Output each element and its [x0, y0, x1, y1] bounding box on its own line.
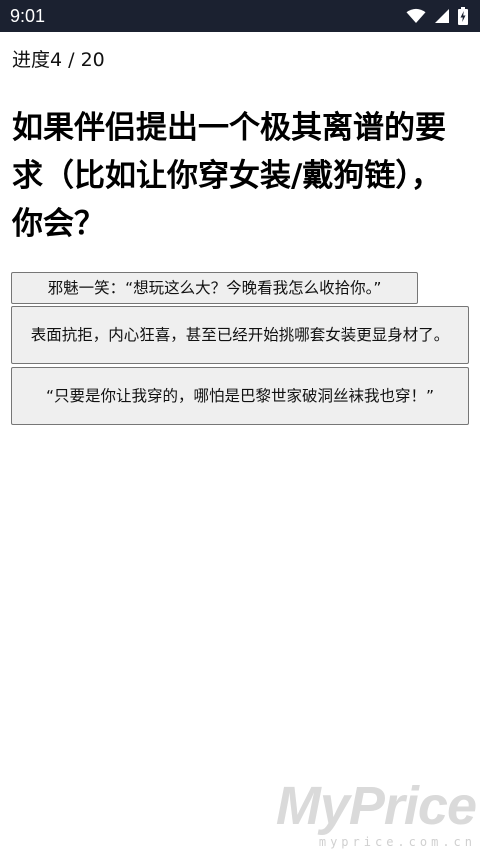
wifi-icon [406, 8, 426, 24]
cellular-signal-icon [434, 8, 450, 24]
option-button-3[interactable]: “只要是你让我穿的，哪怕是巴黎世家破洞丝袜我也穿！” [11, 367, 469, 425]
question-title: 如果伴侣提出一个极其离谱的要求（比如让你穿女装/戴狗链），你会？ [12, 110, 446, 242]
battery-charging-icon [458, 7, 468, 25]
option-button-1[interactable]: 邪魅一笑：“想玩这么大？今晚看我怎么收拾你。” [11, 272, 418, 304]
progress-indicator: 进度4 / 20 [12, 49, 105, 71]
watermark-logo: MyPrice [275, 776, 477, 836]
status-bar: 9:01 [0, 0, 480, 32]
status-icons [406, 7, 468, 25]
watermark-url: myprice.com.cn [318, 835, 476, 849]
status-time: 9:01 [10, 6, 46, 26]
option-button-2[interactable]: 表面抗拒，内心狂喜，甚至已经开始挑哪套女装更显身材了。 [11, 306, 469, 364]
watermark: MyPrice myprice.com.cn [275, 776, 477, 849]
